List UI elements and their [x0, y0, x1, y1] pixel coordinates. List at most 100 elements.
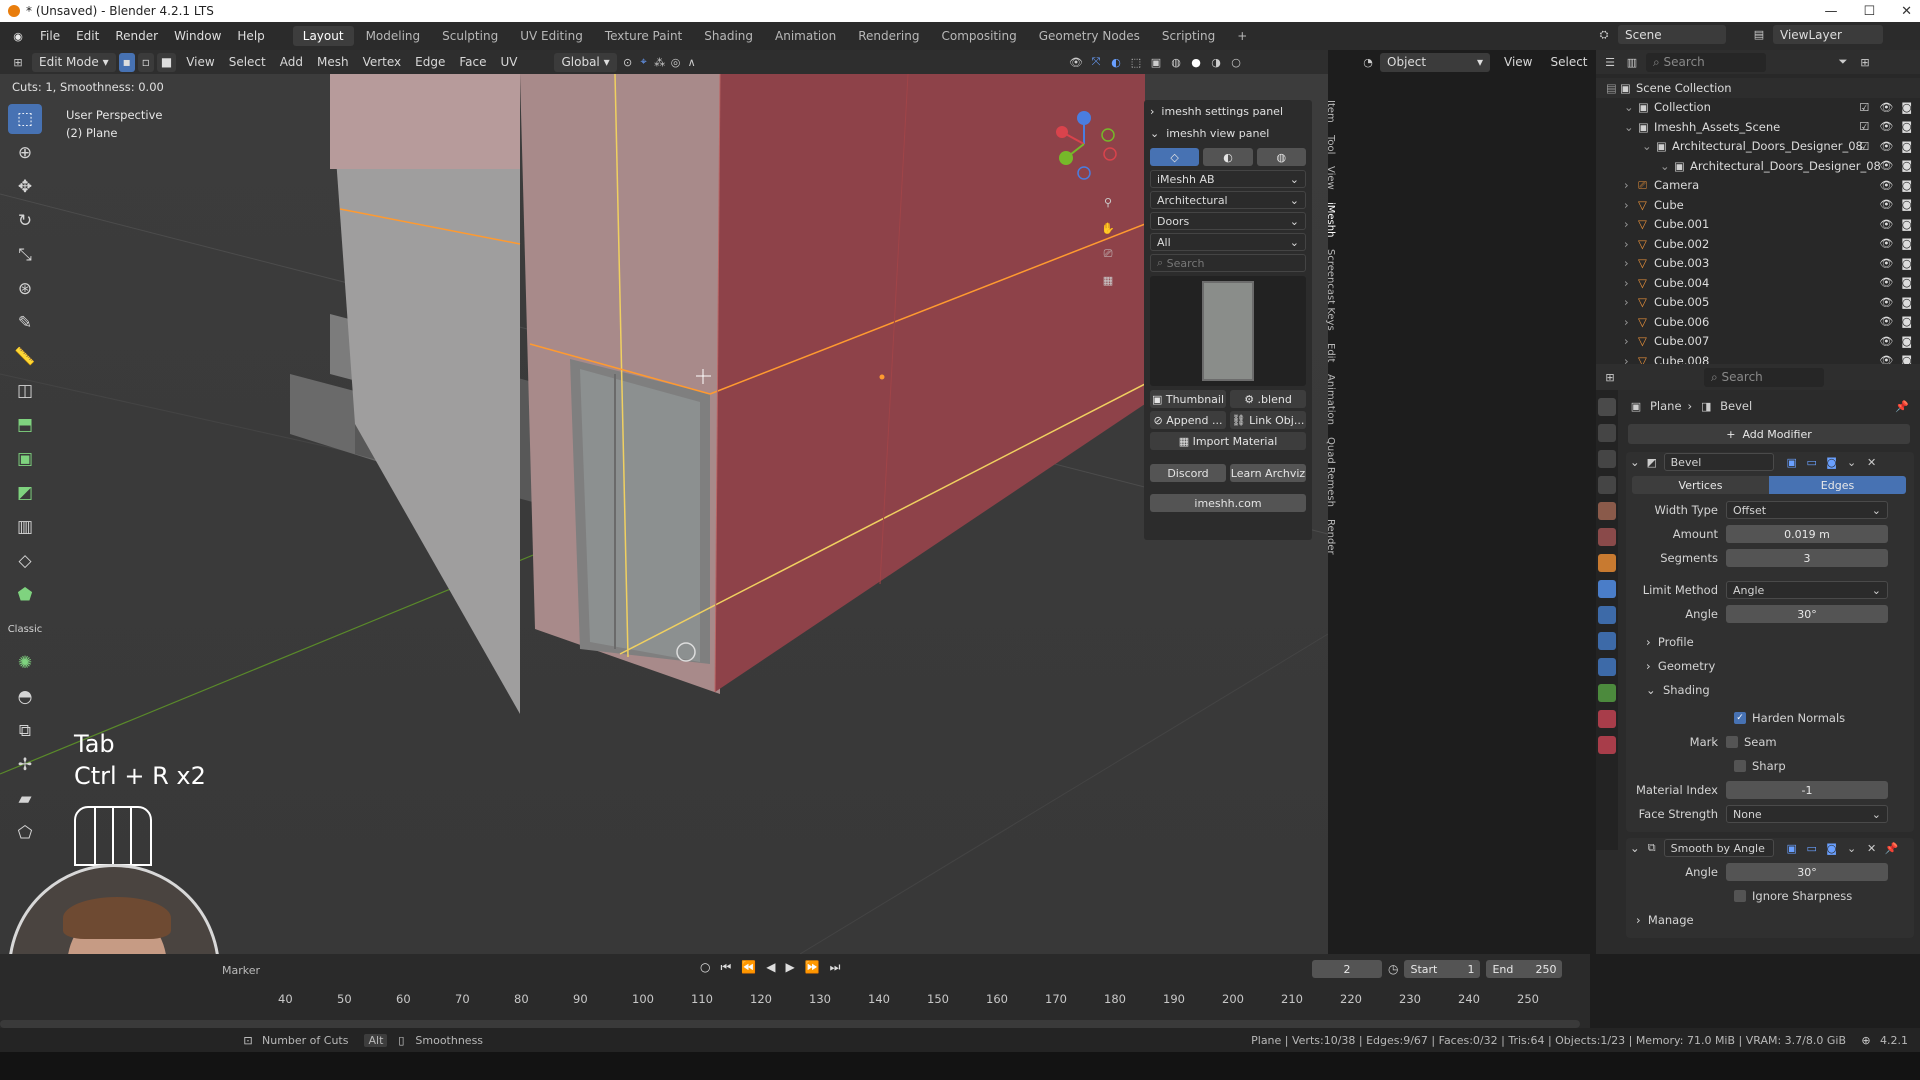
camera-view-icon[interactable]: ⎚	[1100, 246, 1116, 262]
render-camera-icon[interactable]: ◙	[1901, 315, 1912, 328]
link-button[interactable]: ⛓ Link Obj...	[1230, 411, 1306, 429]
editor-type-icon[interactable]: ⊞	[10, 54, 26, 70]
expand-arrow-icon[interactable]: ›	[1624, 315, 1638, 329]
visibility-eye-icon[interactable]: 👁	[1879, 296, 1893, 309]
vertex-select-icon[interactable]: ▪	[118, 52, 135, 72]
modifier-menu-icon[interactable]: ⌄	[1844, 454, 1860, 470]
expand-arrow-icon[interactable]: ›	[1624, 295, 1638, 309]
tab-geometry-nodes[interactable]: Geometry Nodes	[1029, 26, 1150, 46]
viewport-toggle-icon[interactable]: ▭	[1804, 454, 1820, 470]
start-frame-field[interactable]: Start 1	[1404, 960, 1481, 978]
visibility-eye-icon[interactable]: 👁	[1879, 276, 1893, 289]
header-menu-edge[interactable]: Edge	[408, 55, 452, 69]
outliner-search[interactable]: ⌕ Search	[1646, 52, 1766, 72]
outliner-row[interactable]: › ▽ Cube.001 👁 ◙	[1596, 215, 1920, 235]
limit-method-select[interactable]: Angle ⌄	[1726, 581, 1888, 599]
select-box-tool-icon[interactable]: ⬚	[8, 104, 42, 134]
append-button[interactable]: ⊘ Append ...	[1150, 411, 1226, 429]
tab-render[interactable]: Render	[1325, 519, 1336, 555]
scene-props-icon[interactable]	[1598, 502, 1616, 520]
mode-selector[interactable]: Edit Mode ▾	[32, 52, 116, 72]
tab-vertices[interactable]: Vertices	[1632, 476, 1769, 494]
outliner-type-icon[interactable]: ☰	[1602, 54, 1618, 70]
expand-arrow-icon[interactable]: ›	[1624, 217, 1638, 231]
outliner-row[interactable]: › ▽ Cube.003 👁 ◙	[1596, 254, 1920, 274]
discord-button[interactable]: Discord	[1150, 464, 1226, 482]
current-frame-field[interactable]: 2	[1312, 960, 1382, 978]
expand-arrow-icon[interactable]: ›	[1624, 237, 1638, 251]
smooth-angle-field[interactable]: 30°	[1726, 863, 1888, 881]
segments-field[interactable]: 3	[1726, 549, 1888, 567]
viewlayer-selector[interactable]: ViewLayer	[1773, 25, 1883, 44]
expand-arrow-icon[interactable]: ›	[1624, 178, 1638, 192]
face-select-icon[interactable]: ■	[156, 52, 177, 72]
add-workspace-icon[interactable]: +	[1227, 26, 1257, 46]
visibility-eye-icon[interactable]: 👁	[1879, 218, 1893, 231]
import-material-button[interactable]: ▦ Import Material	[1150, 432, 1306, 450]
material-props-icon[interactable]	[1598, 710, 1616, 728]
render-toggle-icon[interactable]: ◙	[1824, 840, 1840, 856]
render-toggle-icon[interactable]: ◙	[1824, 454, 1840, 470]
texture-props-icon[interactable]	[1598, 736, 1616, 754]
asset-thumbnail[interactable]	[1150, 276, 1306, 386]
thumbnail-button[interactable]: ▣ Thumbnail	[1150, 390, 1226, 408]
blend-button[interactable]: ⚙ .blend	[1230, 390, 1306, 408]
node-editor-icon[interactable]: ◔	[1360, 54, 1376, 70]
loop-cut-tool-icon[interactable]: ▥	[8, 512, 42, 542]
models-tab-icon[interactable]: ◇	[1150, 148, 1200, 166]
tab-quad-remesh[interactable]: Quad Remesh	[1325, 437, 1336, 507]
shrink-fatten-tool-icon[interactable]: ✢	[8, 750, 42, 780]
gizmo-icon[interactable]: ⤧	[1088, 54, 1104, 70]
menu-edit[interactable]: Edit	[68, 29, 107, 43]
header-menu-vertex[interactable]: Vertex	[356, 55, 409, 69]
extrude-tool-icon[interactable]: ⬒	[8, 410, 42, 440]
outliner-row[interactable]: ⌄ ▣ Imeshh_Assets_Scene ☑ 👁 ◙	[1596, 117, 1920, 137]
outliner-row[interactable]: › ⎚ Camera 👁 ◙	[1596, 176, 1920, 196]
exclude-checkbox-icon[interactable]: ☑	[1859, 120, 1871, 133]
spin-tool-icon[interactable]: ✺	[8, 648, 42, 678]
menu-window[interactable]: Window	[166, 29, 229, 43]
manage-subpanel[interactable]: › Manage	[1626, 910, 1914, 930]
edge-select-icon[interactable]: ▫	[137, 52, 154, 72]
view-layer-props-icon[interactable]	[1598, 476, 1616, 494]
outliner-row[interactable]: ⌄ ▣ Collection ☑ 👁 ◙	[1596, 98, 1920, 118]
view-panel-header[interactable]: ⌄ imeshh view panel	[1144, 122, 1312, 144]
tab-view[interactable]: View	[1325, 166, 1336, 190]
shear-tool-icon[interactable]: ▰	[8, 784, 42, 814]
tab-shading[interactable]: Shading	[694, 26, 763, 46]
solid-shading-icon[interactable]: ●	[1188, 54, 1204, 70]
render-camera-icon[interactable]: ◙	[1901, 218, 1912, 231]
transform-tool-icon[interactable]: ⊛	[8, 274, 42, 304]
expand-arrow-icon[interactable]: ›	[1624, 276, 1638, 290]
smooth-name-field[interactable]: Smooth by Angle	[1663, 839, 1774, 857]
render-camera-icon[interactable]: ◙	[1901, 140, 1912, 153]
seam-checkbox[interactable]	[1726, 736, 1738, 748]
remove-modifier-icon[interactable]: ✕	[1864, 840, 1880, 856]
header-menu-face[interactable]: Face	[452, 55, 493, 69]
modifier-props-icon[interactable]	[1598, 580, 1616, 598]
edit-mode-toggle-icon[interactable]: ▣	[1784, 454, 1800, 470]
object-mode-selector[interactable]: Object ▾	[1380, 52, 1490, 72]
properties-type-icon[interactable]: ⊞	[1602, 369, 1618, 385]
exclude-checkbox-icon[interactable]	[1859, 218, 1871, 231]
outliner-row[interactable]: › ▽ Cube.005 👁 ◙	[1596, 293, 1920, 313]
overlay-icon[interactable]: ◐	[1108, 54, 1124, 70]
outliner-row[interactable]: › ▽ Cube 👁 ◙	[1596, 195, 1920, 215]
outliner-row[interactable]: ▤ ▣ Scene Collection	[1596, 78, 1920, 98]
right-menu-view[interactable]: View	[1497, 55, 1539, 69]
collapse-chevron-icon[interactable]: ⌄	[1630, 841, 1640, 855]
rendered-shading-icon[interactable]: ○	[1228, 54, 1244, 70]
mesh-edit-overlay-icon[interactable]: ⬚	[1128, 54, 1144, 70]
annotate-tool-icon[interactable]: ✎	[8, 308, 42, 338]
exclude-checkbox-icon[interactable]	[1859, 159, 1871, 172]
end-frame-field[interactable]: End 250	[1486, 960, 1563, 978]
header-menu-mesh[interactable]: Mesh	[310, 55, 356, 69]
exclude-checkbox-icon[interactable]	[1859, 296, 1871, 309]
3d-viewport[interactable]: Cuts: 1, Smoothness: 0.00 User Perspecti…	[0, 74, 1328, 954]
physics-props-icon[interactable]	[1598, 632, 1616, 650]
snap-grid-icon[interactable]: ⁂	[652, 54, 668, 70]
exclude-checkbox-icon[interactable]	[1859, 198, 1871, 211]
visibility-eye-icon[interactable]: 👁	[1879, 120, 1893, 133]
world-props-icon[interactable]	[1598, 528, 1616, 546]
visibility-eye-icon[interactable]: 👁	[1879, 198, 1893, 211]
